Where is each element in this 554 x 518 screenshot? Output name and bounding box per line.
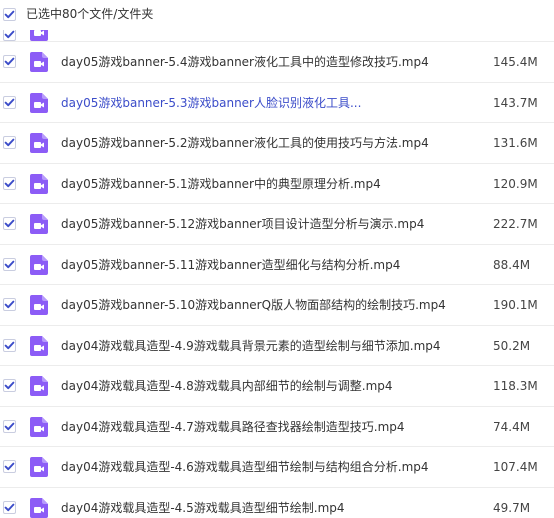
file-name[interactable]: day05游戏banner-5.2游戏banner液化工具的使用技巧与方法.mp… [61,134,429,152]
file-name[interactable]: day05游戏banner-5.11游戏banner造型细化与结构分析.mp4 [61,256,400,274]
row-checkbox-icon[interactable] [3,96,16,109]
list-item[interactable]: day04游戏载具造型-4.7游戏载具路径查找器绘制造型技巧.mp4 74.4M [0,406,554,446]
video-file-icon [30,30,48,41]
file-size: 50.2M [493,339,531,353]
video-file-icon [30,93,48,113]
file-name[interactable]: day05游戏banner-5.10游戏bannerQ版人物面部结构的绘制技巧.… [61,296,446,314]
row-checkbox-icon[interactable] [3,339,16,352]
row-checkbox-icon[interactable] [3,136,16,149]
list-item-partial[interactable] [0,30,554,41]
selection-header: 已选中80个文件/文件夹 [0,0,554,30]
video-file-icon [30,376,48,396]
list-item[interactable]: day05游戏banner-5.10游戏bannerQ版人物面部结构的绘制技巧.… [0,284,554,324]
row-checkbox-icon[interactable] [3,420,16,433]
file-name[interactable]: day04游戏载具造型-4.7游戏载具路径查找器绘制造型技巧.mp4 [61,418,405,436]
list-item[interactable]: day04游戏载具造型-4.6游戏载具造型细节绘制与结构组合分析.mp4 107… [0,446,554,486]
file-name[interactable]: day05游戏banner-5.12游戏banner项目设计造型分析与演示.mp… [61,215,424,233]
list-item[interactable]: day05游戏banner-5.4游戏banner液化工具中的造型修改技巧.mp… [0,41,554,81]
file-size: 143.7M [493,96,538,110]
file-size: 107.4M [493,460,538,474]
file-list-page: 已选中80个文件/文件夹 day05游戏banner-5.4游戏banner液化… [0,0,554,518]
row-checkbox-icon[interactable] [3,501,16,514]
row-checkbox-icon[interactable] [3,298,16,311]
file-size: 131.6M [493,136,538,150]
video-file-icon [30,457,48,477]
file-name[interactable]: day05游戏banner-5.1游戏banner中的典型原理分析.mp4 [61,175,381,193]
row-checkbox-icon[interactable] [3,379,16,392]
file-name[interactable]: day04游戏载具造型-4.6游戏载具造型细节绘制与结构组合分析.mp4 [61,458,429,476]
video-file-icon [30,214,48,234]
file-name[interactable]: day04游戏载具造型-4.9游戏载具背景元素的造型绘制与细节添加.mp4 [61,337,441,355]
video-file-icon [30,295,48,315]
video-file-icon [30,336,48,356]
list-item[interactable]: day04游戏载具造型-4.5游戏载具造型细节绘制.mp4 49.7M [0,487,554,518]
file-size: 190.1M [493,298,538,312]
row-checkbox-icon[interactable] [3,30,16,41]
list-item[interactable]: day05游戏banner-5.2游戏banner液化工具的使用技巧与方法.mp… [0,122,554,162]
file-size: 74.4M [493,420,531,434]
list-item[interactable]: day05游戏banner-5.12游戏banner项目设计造型分析与演示.mp… [0,203,554,243]
file-size: 88.4M [493,258,531,272]
video-file-icon [30,133,48,153]
row-checkbox-icon[interactable] [3,258,16,271]
list-item[interactable]: day05游戏banner-5.3游戏banner人脸识别液化工具... 143… [0,82,554,122]
file-name-link[interactable]: day05游戏banner-5.3游戏banner人脸识别液化工具... [61,94,361,112]
row-checkbox-icon[interactable] [3,460,16,473]
file-list: day05游戏banner-5.4游戏banner液化工具中的造型修改技巧.mp… [0,30,554,518]
row-checkbox-icon[interactable] [3,177,16,190]
file-size: 49.7M [493,501,531,515]
video-file-icon [30,174,48,194]
video-file-icon [30,498,48,518]
file-name[interactable]: day04游戏载具造型-4.8游戏载具内部细节的绘制与调整.mp4 [61,377,393,395]
row-checkbox-icon[interactable] [3,217,16,230]
file-size: 222.7M [493,217,538,231]
file-name[interactable]: day05游戏banner-5.4游戏banner液化工具中的造型修改技巧.mp… [61,53,429,71]
file-size: 118.3M [493,379,538,393]
list-item[interactable]: day05游戏banner-5.11游戏banner造型细化与结构分析.mp4 … [0,244,554,284]
file-size: 120.9M [493,177,538,191]
list-item[interactable]: day04游戏载具造型-4.9游戏载具背景元素的造型绘制与细节添加.mp4 50… [0,325,554,365]
selection-count-label: 已选中80个文件/文件夹 [26,7,154,21]
file-size: 145.4M [493,55,538,69]
video-file-icon [30,417,48,437]
video-file-icon [30,52,48,72]
video-file-icon [30,255,48,275]
file-name[interactable]: day04游戏载具造型-4.5游戏载具造型细节绘制.mp4 [61,499,345,517]
list-item[interactable]: day04游戏载具造型-4.8游戏载具内部细节的绘制与调整.mp4 118.3M [0,365,554,405]
select-all-checkbox-icon[interactable] [3,8,16,21]
row-checkbox-icon[interactable] [3,55,16,68]
list-item[interactable]: day05游戏banner-5.1游戏banner中的典型原理分析.mp4 12… [0,163,554,203]
